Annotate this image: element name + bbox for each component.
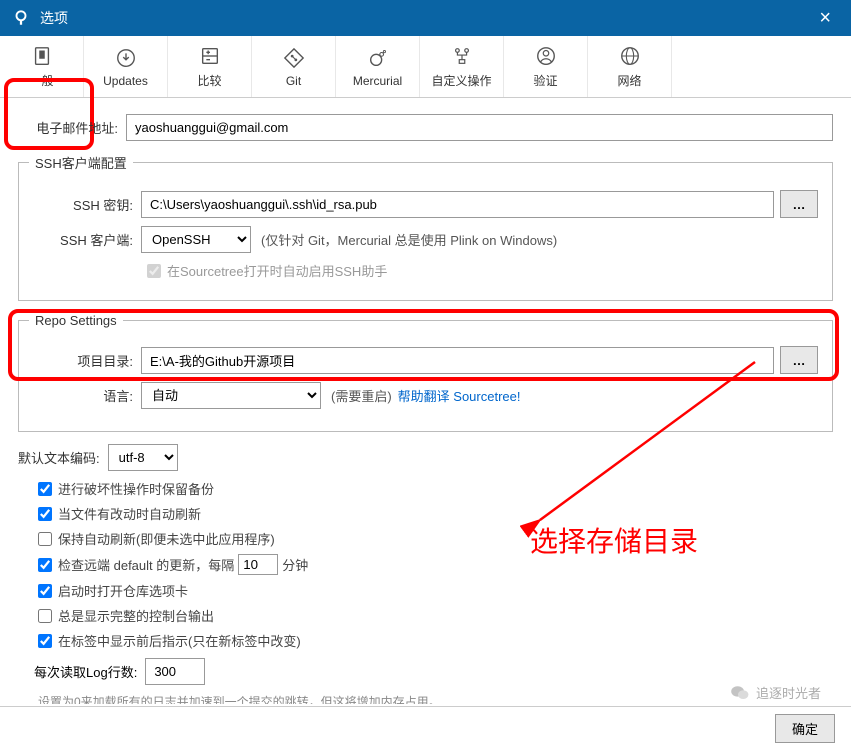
project-dir-label: 项目目录: <box>33 351 133 370</box>
ssh-key-input[interactable] <box>141 191 774 218</box>
email-row: 电子邮件地址: <box>18 114 833 141</box>
backup-label: 进行破坏性操作时保留备份 <box>58 479 214 498</box>
help-translate-link[interactable]: 帮助翻译 Sourcetree! <box>398 386 521 405</box>
ssh-autostart-checkbox <box>147 264 161 278</box>
fullconsole-label: 总是显示完整的控制台输出 <box>58 606 214 625</box>
ssh-key-label: SSH 密钥: <box>33 195 133 214</box>
remote-interval-input[interactable] <box>238 554 278 575</box>
autorefresh-label: 当文件有改动时自动刷新 <box>58 504 201 523</box>
tab-custom-actions[interactable]: 自定义操作 <box>420 36 504 97</box>
settings-scroll-area[interactable]: 电子邮件地址: SSH客户端配置 SSH 密钥: … SSH 客户端: Open… <box>0 98 851 704</box>
language-select[interactable]: 自动 <box>141 382 321 409</box>
window-title: 选项 <box>40 8 811 28</box>
footer: 确定 <box>0 706 851 750</box>
general-icon <box>30 44 54 68</box>
tab-diff[interactable]: 比较 <box>168 36 252 97</box>
backup-checkbox[interactable] <box>38 482 52 496</box>
remote-check-pre: 检查远端 default 的更新，每隔 <box>58 555 234 574</box>
ssh-autostart-label: 在Sourcetree打开时自动启用SSH助手 <box>167 261 387 280</box>
encoding-select[interactable]: utf-8 <box>108 444 178 471</box>
tab-general[interactable]: 一般 <box>0 36 84 97</box>
language-label: 语言: <box>33 386 133 405</box>
user-icon <box>534 44 558 68</box>
tab-label: 一般 <box>29 72 53 89</box>
diff-icon <box>198 44 222 68</box>
tab-label: Git <box>286 74 301 88</box>
titlebar: 选项 × <box>0 0 851 36</box>
download-icon <box>114 46 138 70</box>
logrows-label: 每次读取Log行数: <box>34 662 137 681</box>
logrows-hint: 设置为0来加载所有的日志并加速到一个提交的跳转，但这将增加内存占用。 <box>38 693 833 704</box>
ssh-client-select[interactable]: OpenSSH <box>141 226 251 253</box>
restart-note: (需要重启) <box>331 386 392 405</box>
project-dir-browse-button[interactable]: … <box>780 346 818 374</box>
keeprefresh-label: 保持自动刷新(即便未选中此应用程序) <box>58 529 275 548</box>
repo-legend: Repo Settings <box>29 313 123 328</box>
email-label: 电子邮件地址: <box>18 118 118 137</box>
ok-button[interactable]: 确定 <box>775 714 835 743</box>
autorefresh-checkbox[interactable] <box>38 507 52 521</box>
tab-label: 验证 <box>533 72 557 89</box>
app-logo-icon <box>12 9 30 27</box>
ssh-client-note: (仅针对 Git，Mercurial 总是使用 Plink on Windows… <box>261 230 557 249</box>
ssh-client-label: SSH 客户端: <box>33 230 133 249</box>
encoding-label: 默认文本编码: <box>18 448 100 467</box>
tab-label: Mercurial <box>353 74 402 88</box>
tab-updates[interactable]: Updates <box>84 36 168 97</box>
repo-fieldset: Repo Settings 项目目录: … 语言: 自动 (需要重启) 帮助翻译… <box>18 313 833 432</box>
tab-label: 网络 <box>617 72 641 89</box>
close-icon[interactable]: × <box>811 7 839 30</box>
mercurial-icon <box>366 46 390 70</box>
tab-network[interactable]: 网络 <box>588 36 672 97</box>
tab-auth[interactable]: 验证 <box>504 36 588 97</box>
ssh-key-browse-button[interactable]: … <box>780 190 818 218</box>
remote-check-post: 分钟 <box>282 555 308 574</box>
openrepo-checkbox[interactable] <box>38 584 52 598</box>
tab-git[interactable]: Git <box>252 36 336 97</box>
tab-label: 自定义操作 <box>431 72 491 89</box>
tab-label: Updates <box>103 74 148 88</box>
tabindicator-checkbox[interactable] <box>38 634 52 648</box>
keeprefresh-checkbox[interactable] <box>38 532 52 546</box>
tab-mercurial[interactable]: Mercurial <box>336 36 420 97</box>
remote-check-checkbox[interactable] <box>38 558 52 572</box>
flow-icon <box>450 44 474 68</box>
openrepo-label: 启动时打开仓库选项卡 <box>58 581 188 600</box>
tab-bar: 一般 Updates 比较 Git Mercurial 自定义操作 验证 网络 <box>0 36 851 98</box>
email-input[interactable] <box>126 114 833 141</box>
globe-icon <box>618 44 642 68</box>
logrows-input[interactable] <box>145 658 205 685</box>
ssh-fieldset: SSH客户端配置 SSH 密钥: … SSH 客户端: OpenSSH (仅针对… <box>18 153 833 301</box>
tabindicator-label: 在标签中显示前后指示(只在新标签中改变) <box>58 631 301 650</box>
project-dir-input[interactable] <box>141 347 774 374</box>
git-icon <box>282 46 306 70</box>
ssh-legend: SSH客户端配置 <box>29 153 133 172</box>
tab-label: 比较 <box>197 72 221 89</box>
fullconsole-checkbox[interactable] <box>38 609 52 623</box>
